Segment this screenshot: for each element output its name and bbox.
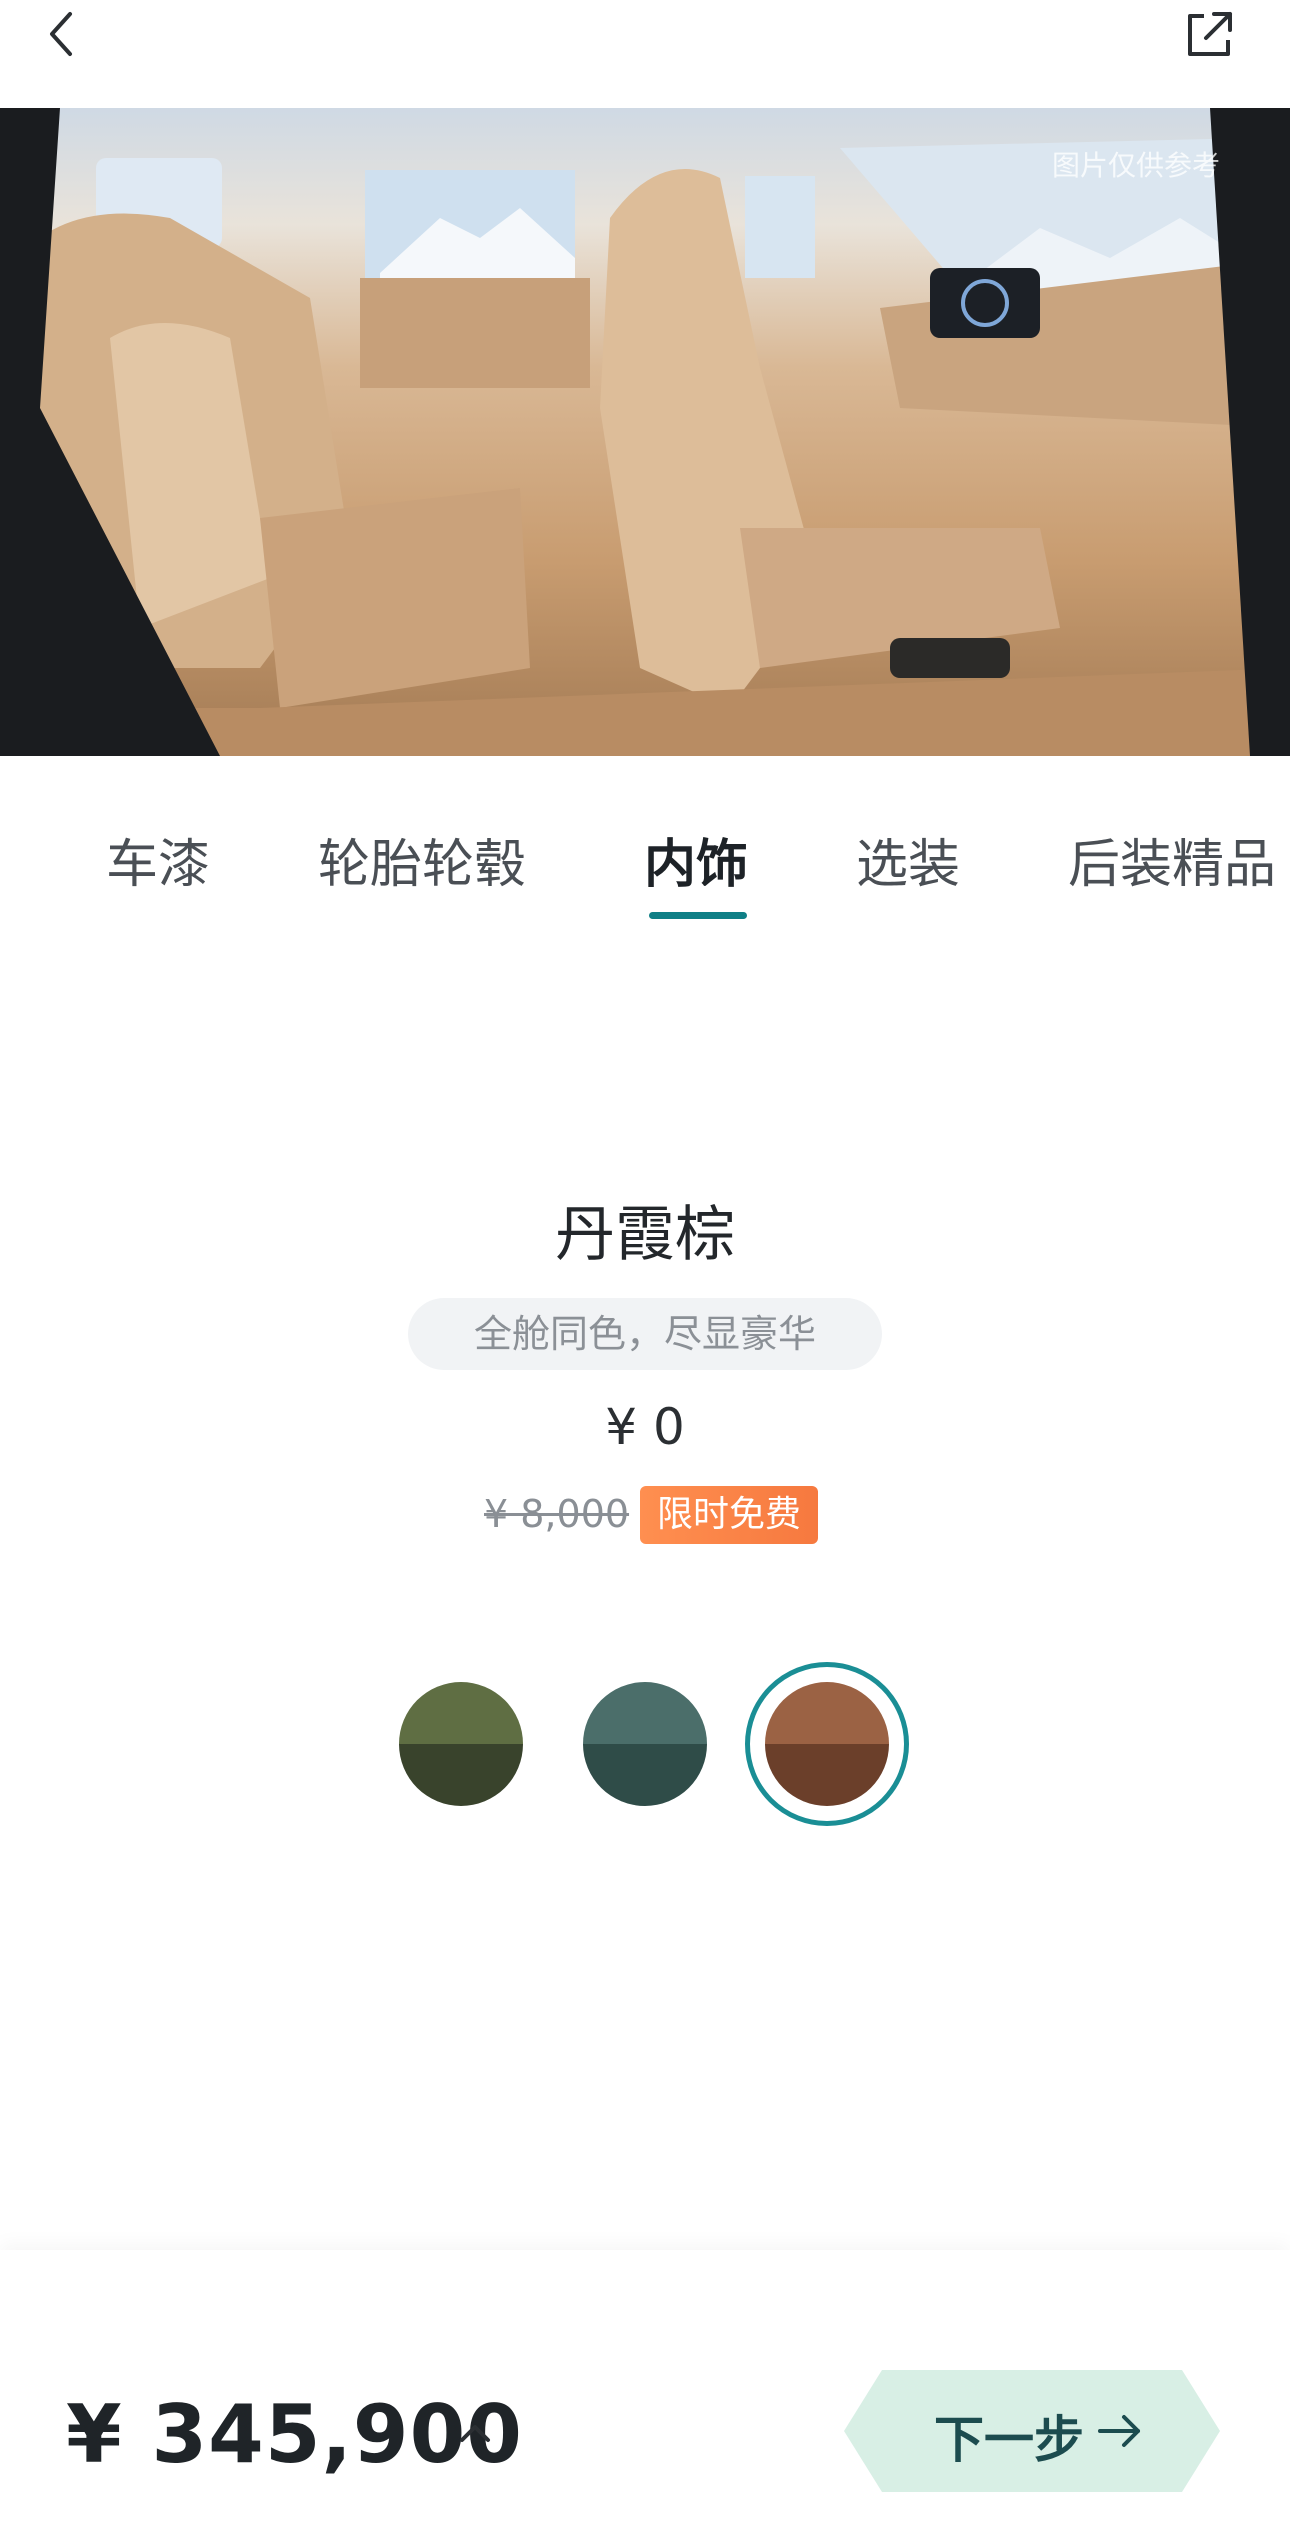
back-icon[interactable]	[38, 8, 90, 60]
option-price: ¥ 0	[605, 1398, 685, 1456]
swatch-brown[interactable]	[765, 1682, 889, 1806]
config-tabs: 车漆 轮胎轮毂 内饰 选装 后装精品	[0, 800, 1290, 930]
bottom-bar: ¥ 345,900 下一步	[0, 2250, 1290, 2529]
swatch-brown-top	[765, 1682, 889, 1744]
color-slogan: 全舱同色，尽显豪华	[408, 1298, 882, 1370]
arrow-right-icon	[1094, 2408, 1146, 2454]
interior-image: 图片仅供参考	[0, 108, 1290, 756]
tab-interior[interactable]: 内饰	[644, 822, 748, 897]
tab-wheels[interactable]: 轮胎轮毂	[318, 822, 526, 897]
top-bar	[0, 0, 1290, 108]
original-price-row: ¥ 8,000 限时免费	[0, 1484, 1290, 1546]
swatch-teal[interactable]	[583, 1682, 707, 1806]
interior-illustration	[0, 108, 1290, 756]
swatch-green-top	[399, 1682, 523, 1744]
chevron-up-icon[interactable]	[452, 2410, 498, 2456]
active-tab-indicator	[649, 912, 747, 919]
color-name: 丹霞棕	[555, 1200, 735, 1270]
image-disclaimer: 图片仅供参考	[1051, 149, 1220, 182]
tab-paint[interactable]: 车漆	[106, 822, 210, 897]
next-step-label: 下一步	[934, 2411, 1084, 2469]
swatch-teal-top	[583, 1682, 707, 1744]
swatch-green-bottom	[399, 1744, 523, 1806]
swatch-green[interactable]	[399, 1682, 523, 1806]
swatch-teal-bottom	[583, 1744, 707, 1806]
swatch-brown-bottom	[765, 1744, 889, 1806]
share-icon[interactable]	[1182, 6, 1238, 62]
original-price: ¥ 8,000	[484, 1492, 630, 1536]
promo-badge: 限时免费	[640, 1486, 818, 1544]
tab-accessories[interactable]: 后装精品	[1068, 822, 1276, 897]
tab-options[interactable]: 选装	[856, 822, 960, 897]
next-step-button[interactable]: 下一步	[842, 2366, 1222, 2496]
